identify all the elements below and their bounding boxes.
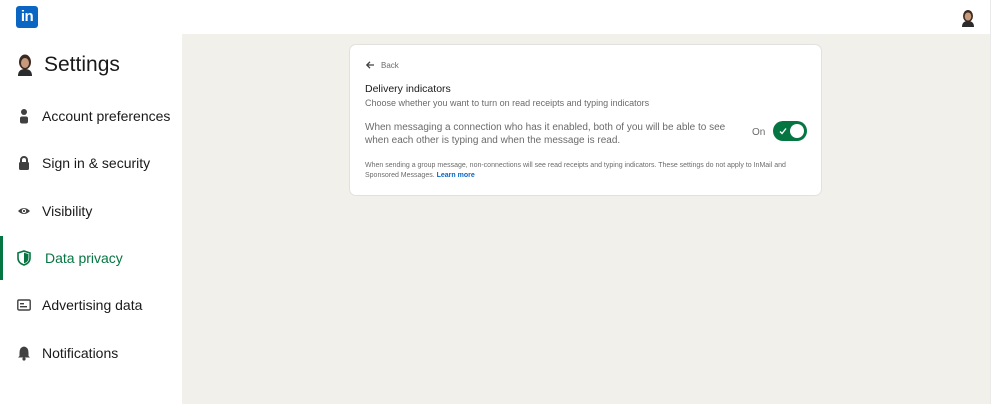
sidebar-item-account-preferences[interactable]: Account preferences xyxy=(0,94,182,138)
toggle-state-label: On xyxy=(752,127,766,138)
delivery-indicators-toggle[interactable] xyxy=(773,121,807,141)
back-button[interactable]: Back xyxy=(365,60,399,70)
main-content: Back Delivery indicators Choose whether … xyxy=(182,34,990,404)
sidebar-item-label: Visibility xyxy=(42,203,93,219)
sidebar-item-notifications[interactable]: Notifications xyxy=(0,331,182,375)
shield-icon xyxy=(17,250,31,266)
sidebar-item-visibility[interactable]: Visibility xyxy=(0,189,182,233)
sidebar-item-label: Sign in & security xyxy=(42,155,151,171)
card-title: Delivery indicators xyxy=(365,83,451,95)
check-icon xyxy=(779,128,787,135)
page-title: Settings xyxy=(44,53,120,76)
sidebar-item-sign-in-security[interactable]: Sign in & security xyxy=(0,141,182,185)
bell-icon xyxy=(18,346,30,361)
sidebar-item-label: Data privacy xyxy=(45,250,123,266)
scrollbar-gutter[interactable] xyxy=(990,0,1000,404)
person-icon xyxy=(20,109,28,124)
eye-icon xyxy=(18,208,30,214)
profile-avatar-icon[interactable] xyxy=(960,9,976,27)
sidebar-item-label: Advertising data xyxy=(42,297,143,313)
sidebar-item-label: Account preferences xyxy=(42,108,171,124)
toggle-knob xyxy=(790,124,804,138)
delivery-indicators-card: Back Delivery indicators Choose whether … xyxy=(350,45,821,195)
setting-description: When messaging a connection who has it e… xyxy=(365,122,726,146)
arrow-left-icon xyxy=(365,61,374,69)
sidebar-item-data-privacy[interactable]: Data privacy xyxy=(0,236,182,280)
linkedin-logo[interactable]: in xyxy=(16,6,38,28)
footnote-text: When sending a group message, non-connec… xyxy=(365,162,786,179)
lock-icon xyxy=(19,156,29,170)
footnote: When sending a group message, non-connec… xyxy=(365,161,810,181)
card-subtitle: Choose whether you want to turn on read … xyxy=(365,98,650,108)
learn-more-link[interactable]: Learn more xyxy=(437,172,475,179)
settings-sidebar: Settings Account preferences Sign in & s… xyxy=(0,34,182,404)
sidebar-header: Settings xyxy=(16,50,120,80)
top-navigation-bar: in xyxy=(0,0,990,34)
sidebar-item-advertising-data[interactable]: Advertising data xyxy=(0,283,182,327)
profile-avatar-icon xyxy=(18,54,32,76)
id-card-icon xyxy=(17,299,31,311)
back-label: Back xyxy=(381,60,399,70)
sidebar-item-label: Notifications xyxy=(42,345,119,361)
